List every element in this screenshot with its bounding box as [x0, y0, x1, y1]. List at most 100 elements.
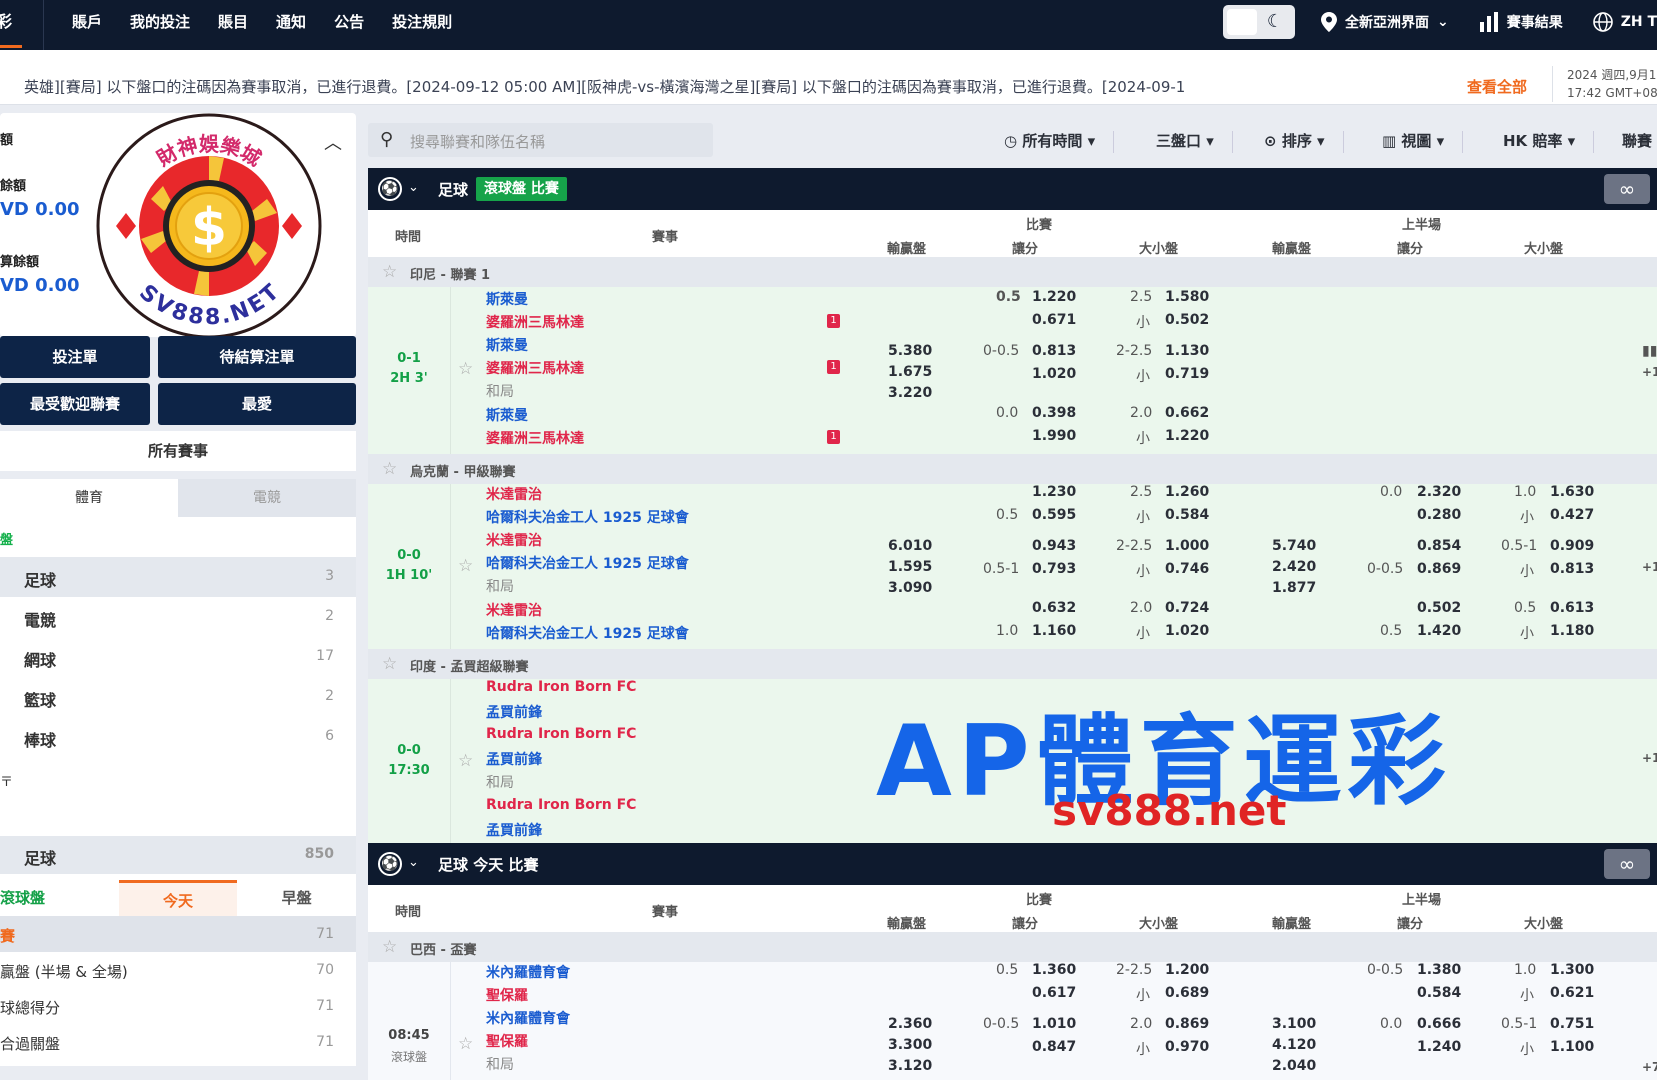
home-team[interactable]: Rudra Iron Born FC	[486, 679, 636, 695]
brand-tab[interactable]: 彩	[0, 0, 44, 50]
more-markets-link[interactable]: +1	[1642, 560, 1657, 574]
odds-cell[interactable]: 2.040	[1272, 1058, 1316, 1074]
star-icon[interactable]: ☆	[382, 937, 397, 957]
bet-slip-button[interactable]: 投注單	[0, 336, 150, 378]
odds-cell[interactable]: 1.160	[1032, 623, 1076, 639]
odds-cell[interactable]: 1.595	[888, 559, 932, 575]
time-filter[interactable]: ◷ 所有時間 ▾	[1004, 130, 1115, 153]
view-filter[interactable]: ▥ 視圖 ▾	[1382, 130, 1464, 153]
odds-cell[interactable]: 2.320	[1417, 484, 1461, 500]
collapse-chevron-icon[interactable]: ︿	[324, 129, 342, 155]
odds-cell[interactable]: 0.869	[1417, 561, 1461, 577]
odds-cell[interactable]: 1.180	[1550, 623, 1594, 639]
more-markets-link[interactable]: +1	[1642, 751, 1657, 765]
odds-cell[interactable]: 0.793	[1032, 561, 1076, 577]
odds-cell[interactable]: 0.662	[1165, 405, 1209, 421]
tab-today[interactable]: 今天	[118, 880, 238, 916]
odds-cell[interactable]: 0.280	[1417, 507, 1461, 523]
more-markets-link[interactable]: +1	[1642, 365, 1657, 379]
odds-cell[interactable]: 0.398	[1032, 405, 1076, 421]
home-team[interactable]: 米達雷治	[486, 600, 542, 620]
odds-cell[interactable]: 3.220	[888, 385, 932, 401]
odds-cell[interactable]: 3.100	[1272, 1016, 1316, 1032]
odds-cell[interactable]: 0.813	[1032, 343, 1076, 359]
infinity-toggle-icon[interactable]: ∞	[1604, 849, 1650, 879]
language-select[interactable]: ZH T	[1592, 12, 1657, 32]
odds-cell[interactable]: 0.813	[1550, 561, 1594, 577]
away-team[interactable]: 哈爾科夫冶金工人 1925 足球會	[486, 507, 689, 527]
odds-cell[interactable]: 0.854	[1417, 538, 1461, 554]
odds-cell[interactable]: 0.671	[1032, 312, 1076, 328]
away-team[interactable]: 婆羅洲三馬林達	[486, 358, 584, 378]
star-icon[interactable]: ☆	[458, 751, 473, 771]
menu-announcements[interactable]: 公告	[320, 0, 378, 44]
league-row[interactable]: ☆ 印尼 - 聯賽 1	[368, 257, 1657, 287]
odds-cell[interactable]: 1.260	[1165, 484, 1209, 500]
more-markets-link[interactable]: +7	[1642, 1060, 1657, 1074]
odds-cell[interactable]: 0.502	[1165, 312, 1209, 328]
search-input[interactable]: ⚲ 搜尋聯賽和隊伍名稱	[368, 123, 713, 157]
star-icon[interactable]: ☆	[458, 359, 473, 379]
odds-cell[interactable]: 2.420	[1272, 559, 1316, 575]
odds-cell[interactable]: 0.584	[1417, 985, 1461, 1001]
tab-early[interactable]: 早盤	[237, 880, 356, 916]
favorites-button[interactable]: 最愛	[158, 383, 356, 425]
menu-notifications[interactable]: 通知	[262, 0, 320, 44]
league-row[interactable]: ☆ 印度 - 孟買超級聯賽	[368, 649, 1657, 679]
odds-cell[interactable]: 1.300	[1550, 962, 1594, 978]
odds-cell[interactable]: 1.240	[1417, 1039, 1461, 1055]
region-select[interactable]: 全新亞洲界面 ⌄	[1320, 12, 1449, 32]
odds-cell[interactable]: 6.010	[888, 538, 932, 554]
sport-item-baseball[interactable]: 棒球 6	[0, 717, 356, 757]
market-filter[interactable]: 三盤口 ▾	[1156, 130, 1233, 153]
tab-esports[interactable]: 電競	[178, 479, 356, 517]
odds-cell[interactable]: 1.220	[1165, 428, 1209, 444]
market-item[interactable]: 賽 71	[0, 916, 356, 952]
menu-statement[interactable]: 賬目	[204, 0, 262, 44]
soccer-header[interactable]: 足球 850	[0, 836, 356, 874]
odds-cell[interactable]: 1.675	[888, 364, 932, 380]
home-team[interactable]: 米內羅體育會	[486, 962, 570, 982]
popular-leagues-button[interactable]: 最受歡迎聯賽	[0, 383, 150, 425]
odds-cell[interactable]: 1.877	[1272, 580, 1316, 596]
odds-cell[interactable]: 0.943	[1032, 538, 1076, 554]
stats-icon[interactable]: ▮▮	[1642, 343, 1657, 359]
star-icon[interactable]: ☆	[458, 556, 473, 576]
league-filter[interactable]: 聯賽	[1622, 130, 1652, 151]
menu-account[interactable]: 賬戶	[58, 0, 116, 44]
away-team[interactable]: 聖保羅	[486, 1031, 528, 1051]
odds-cell[interactable]: 0.970	[1165, 1039, 1209, 1055]
odds-cell[interactable]: 0.751	[1550, 1016, 1594, 1032]
live-section-header[interactable]: ⚽ ⌄ 足球 滾球盤 比賽 ∞	[368, 168, 1657, 210]
odds-cell[interactable]: 1.380	[1417, 962, 1461, 978]
odds-cell[interactable]: 0.689	[1165, 985, 1209, 1001]
home-team[interactable]: 斯萊曼	[486, 289, 528, 309]
star-icon[interactable]: ☆	[458, 1034, 473, 1054]
infinity-toggle-icon[interactable]: ∞	[1604, 174, 1650, 204]
odds-cell[interactable]: 3.090	[888, 580, 932, 596]
market-item[interactable]: 合過關盤 71	[0, 1024, 356, 1060]
odds-cell[interactable]: 0.847	[1032, 1039, 1076, 1055]
odds-cell[interactable]: 0.909	[1550, 538, 1594, 554]
league-row[interactable]: ☆ 巴西 - 盃賽	[368, 932, 1657, 962]
odds-cell[interactable]: 0.666	[1417, 1016, 1461, 1032]
home-team[interactable]: 米達雷治	[486, 530, 542, 550]
star-icon[interactable]: ☆	[382, 459, 397, 479]
home-team[interactable]: 米達雷治	[486, 484, 542, 504]
away-team[interactable]: 孟買前鋒	[486, 820, 542, 840]
away-team[interactable]: 哈爾科夫冶金工人 1925 足球會	[486, 553, 689, 573]
results-link[interactable]: 賽事結果	[1479, 12, 1563, 32]
odds-cell[interactable]: 1.360	[1032, 962, 1076, 978]
market-item[interactable]: 贏盤 (半場 & 全場) 70	[0, 952, 356, 988]
home-team[interactable]: 斯萊曼	[486, 335, 528, 355]
home-team[interactable]: 斯萊曼	[486, 405, 528, 425]
odds-cell[interactable]: 0.621	[1550, 985, 1594, 1001]
odds-cell[interactable]: 2.360	[888, 1016, 932, 1032]
odds-cell[interactable]: 1.420	[1417, 623, 1461, 639]
odds-cell[interactable]: 1.130	[1165, 343, 1209, 359]
away-team[interactable]: 孟買前鋒	[486, 702, 542, 722]
odds-cell[interactable]: 5.380	[888, 343, 932, 359]
odds-cell[interactable]: 1.990	[1032, 428, 1076, 444]
market-item[interactable]: 球總得分 71	[0, 988, 356, 1024]
odds-cell[interactable]: 0.719	[1165, 366, 1209, 382]
